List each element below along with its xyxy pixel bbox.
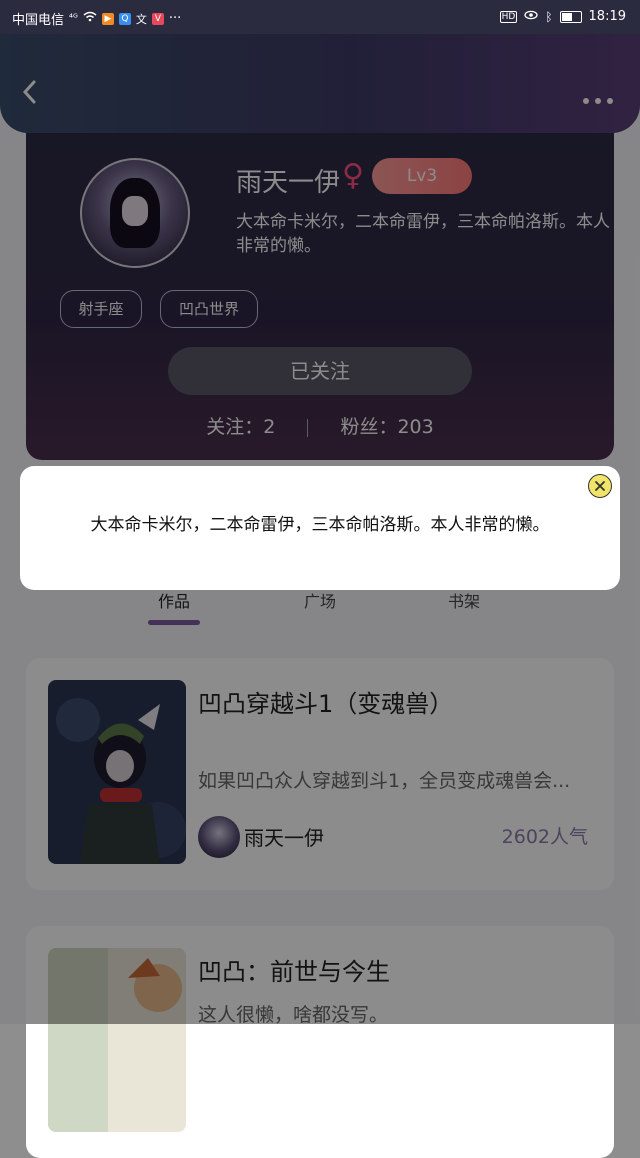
- more-notifications-icon: ···: [168, 11, 182, 26]
- battery-icon: [559, 10, 582, 23]
- app-icon-orange: ▶: [101, 12, 114, 25]
- signal-icon: ⁴ᴳ: [69, 13, 78, 24]
- wifi-icon: [83, 11, 97, 26]
- close-button[interactable]: [588, 474, 612, 498]
- bio-dialog: 大本命卡米尔，二本命雷伊，三本命帕洛斯。本人非常的懒。: [20, 466, 620, 590]
- app-icon-red: V: [151, 12, 164, 25]
- clock: 18:19: [588, 9, 626, 24]
- carrier-label: 中国电信: [12, 13, 65, 28]
- status-bar: 中国电信 ⁴ᴳ ▶ Q 文 V ··· HD ᛒ 18:19: [0, 0, 640, 34]
- user-profile-page: 中国电信 ⁴ᴳ ▶ Q 文 V ··· HD ᛒ 18:19 雨天一伊 ♀ Lv…: [0, 0, 640, 1158]
- bluetooth-icon: ᛒ: [545, 9, 553, 24]
- status-right: HD ᛒ 18:19: [499, 9, 626, 24]
- dialog-bio-text: 大本命卡米尔，二本命雷伊，三本命帕洛斯。本人非常的懒。: [90, 515, 550, 535]
- hd-icon: HD: [499, 10, 518, 23]
- eye-icon: [524, 9, 538, 24]
- close-circle-icon: [595, 481, 605, 491]
- status-left: 中国电信 ⁴ᴳ ▶ Q 文 V ···: [12, 9, 181, 28]
- translate-icon: 文: [135, 12, 147, 26]
- app-icon-blue: Q: [118, 12, 131, 25]
